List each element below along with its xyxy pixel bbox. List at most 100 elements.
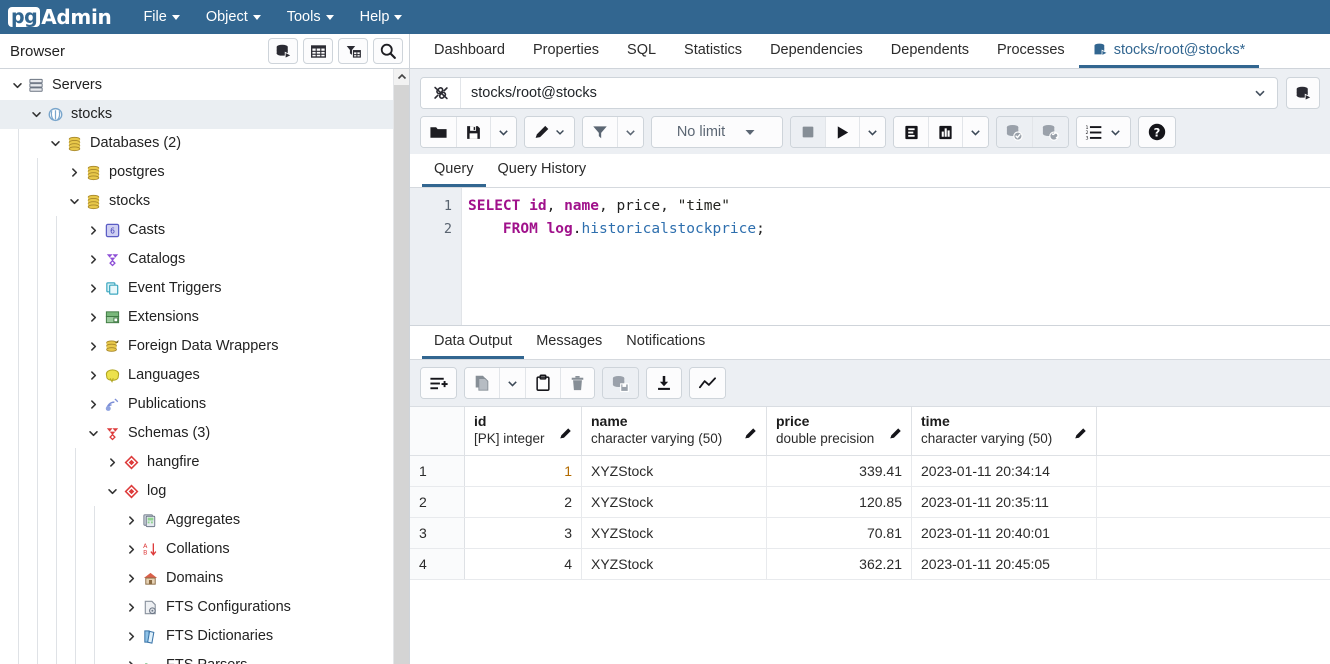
tree-item-log[interactable]: log: [0, 477, 393, 506]
tree-item-fts-dictionaries[interactable]: FTS Dictionaries: [0, 622, 393, 651]
tree-item-domains[interactable]: Domains: [0, 564, 393, 593]
cell-time[interactable]: 2023-01-11 20:40:01: [912, 518, 1097, 548]
open-file-button[interactable]: [421, 117, 456, 147]
copy-button[interactable]: [465, 368, 499, 398]
rollback-button[interactable]: [1032, 117, 1068, 147]
editor-tab-query[interactable]: Query: [422, 154, 486, 187]
editor-tab-query-history[interactable]: Query History: [486, 154, 599, 187]
results-grid-body[interactable]: 1 1 XYZStock 339.41 2023-01-11 20:34:14 2 2 XYZ…: [410, 456, 1330, 580]
cell-time[interactable]: 2023-01-11 20:45:05: [912, 549, 1097, 579]
pencil-icon[interactable]: [888, 412, 903, 446]
search-objects-button[interactable]: [373, 38, 403, 64]
tab-properties[interactable]: Properties: [519, 34, 613, 68]
help-button[interactable]: ?: [1139, 117, 1175, 147]
tree-toggle[interactable]: [65, 167, 83, 178]
delete-row-button[interactable]: [560, 368, 594, 398]
tree-item-postgres[interactable]: postgres: [0, 158, 393, 187]
tree-toggle[interactable]: [84, 225, 102, 236]
cell-id[interactable]: 3: [465, 518, 582, 548]
tree-toggle[interactable]: [84, 312, 102, 323]
tree-item-fts-configurations[interactable]: FTS Configurations: [0, 593, 393, 622]
explain-options-dropdown[interactable]: [962, 117, 988, 147]
cell-id[interactable]: 1: [465, 456, 582, 486]
menu-help[interactable]: Help: [350, 6, 413, 28]
tree-toggle[interactable]: [122, 544, 140, 555]
macros-button[interactable]: 1 2 3: [1077, 117, 1130, 147]
tree-item-publications[interactable]: Publications: [0, 390, 393, 419]
tree-item-catalogs[interactable]: Catalogs: [0, 245, 393, 274]
pencil-icon[interactable]: [743, 412, 758, 446]
tree-item-databases-2[interactable]: Databases (2): [0, 129, 393, 158]
commit-button[interactable]: [997, 117, 1032, 147]
cell-time[interactable]: 2023-01-11 20:34:14: [912, 456, 1097, 486]
tree-item-schemas-3[interactable]: Schemas (3): [0, 419, 393, 448]
edit-button[interactable]: [525, 117, 574, 147]
tree-toggle[interactable]: [84, 370, 102, 381]
column-header-name[interactable]: name character varying (50): [582, 407, 767, 455]
tree-item-foreign-data-wrappers[interactable]: Foreign Data Wrappers: [0, 332, 393, 361]
menu-file[interactable]: File: [133, 6, 189, 28]
tab-dashboard[interactable]: Dashboard: [420, 34, 519, 68]
table-row[interactable]: 2 2 XYZStock 120.85 2023-01-11 20:35:11: [410, 487, 1330, 518]
tree-toggle[interactable]: [122, 515, 140, 526]
cell-price[interactable]: 339.41: [767, 456, 912, 486]
browser-tree[interactable]: Servers stocks Databases (2) postgres stocks…: [0, 69, 393, 664]
tree-toggle[interactable]: [103, 457, 121, 468]
tab-sql[interactable]: SQL: [613, 34, 670, 68]
tree-toggle[interactable]: [122, 631, 140, 642]
cell-price[interactable]: 362.21: [767, 549, 912, 579]
cell-name[interactable]: XYZStock: [582, 456, 767, 486]
cell-name[interactable]: XYZStock: [582, 549, 767, 579]
tree-toggle[interactable]: [27, 109, 45, 120]
results-grid[interactable]: id [PK] integer name character varying (50)…: [410, 407, 1330, 664]
tab-stocks-root-stocks[interactable]: stocks/root@stocks*: [1078, 34, 1260, 68]
table-row[interactable]: 3 3 XYZStock 70.81 2023-01-11 20:40:01: [410, 518, 1330, 549]
explain-analyze-button[interactable]: [928, 117, 962, 147]
tree-toggle[interactable]: [84, 283, 102, 294]
pencil-icon[interactable]: [558, 412, 573, 446]
sql-editor[interactable]: 12 SELECT id, name, price, "time" FROM l…: [410, 188, 1330, 326]
download-csv-button[interactable]: [647, 368, 681, 398]
tree-toggle[interactable]: [84, 399, 102, 410]
save-data-changes-button[interactable]: [603, 368, 638, 398]
tab-dependents[interactable]: Dependents: [877, 34, 983, 68]
tree-toggle[interactable]: [46, 138, 64, 149]
tree-item-event-triggers[interactable]: Event Triggers: [0, 274, 393, 303]
filtered-rows-button[interactable]: [338, 38, 368, 64]
table-row[interactable]: 4 4 XYZStock 362.21 2023-01-11 20:45:05: [410, 549, 1330, 580]
cell-time[interactable]: 2023-01-11 20:35:11: [912, 487, 1097, 517]
scroll-up-button[interactable]: [394, 69, 409, 85]
cell-name[interactable]: XYZStock: [582, 487, 767, 517]
save-file-dropdown[interactable]: [490, 117, 516, 147]
row-limit-select[interactable]: No limit: [652, 117, 782, 147]
paste-button[interactable]: [525, 368, 560, 398]
execute-button[interactable]: [825, 117, 859, 147]
scrollbar-thumb[interactable]: [394, 85, 409, 664]
explain-button[interactable]: [894, 117, 928, 147]
tree-item-collations[interactable]: A B Collations: [0, 535, 393, 564]
add-row-button[interactable]: [421, 368, 456, 398]
new-connection-button[interactable]: [1286, 77, 1320, 109]
column-header-id[interactable]: id [PK] integer: [465, 407, 582, 455]
menu-object[interactable]: Object: [196, 6, 271, 28]
filter-dropdown[interactable]: [617, 117, 643, 147]
tree-item-casts[interactable]: 6 Casts: [0, 216, 393, 245]
cell-name[interactable]: XYZStock: [582, 518, 767, 548]
column-header-time[interactable]: time character varying (50): [912, 407, 1097, 455]
output-tab-messages[interactable]: Messages: [524, 326, 614, 359]
tab-processes[interactable]: Processes: [983, 34, 1079, 68]
tree-toggle[interactable]: [84, 341, 102, 352]
tree-item-aggregates[interactable]: Aggregates: [0, 506, 393, 535]
output-tab-data-output[interactable]: Data Output: [422, 326, 525, 359]
tree-item-stocks[interactable]: stocks: [0, 187, 393, 216]
tree-toggle[interactable]: [84, 428, 102, 439]
filter-button[interactable]: [583, 117, 617, 147]
tree-toggle[interactable]: [122, 573, 140, 584]
cell-price[interactable]: 120.85: [767, 487, 912, 517]
tree-toggle[interactable]: [122, 602, 140, 613]
tree-item-fts-parsers[interactable]: Aa FTS Parsers: [0, 651, 393, 664]
menu-tools[interactable]: Tools: [277, 6, 344, 28]
column-header-price[interactable]: price double precision: [767, 407, 912, 455]
output-tab-notifications[interactable]: Notifications: [614, 326, 717, 359]
cell-price[interactable]: 70.81: [767, 518, 912, 548]
